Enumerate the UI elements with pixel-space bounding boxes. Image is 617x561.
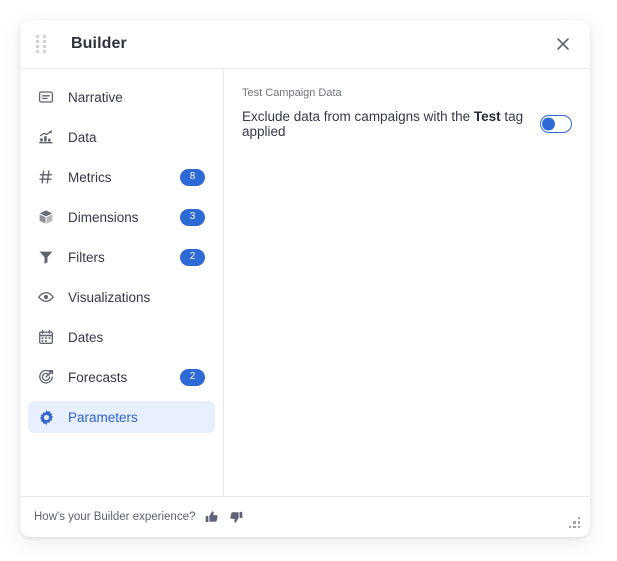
setting-text-before: Exclude data from campaigns with the xyxy=(242,109,474,124)
narrative-icon xyxy=(37,88,55,106)
builder-panel: Builder Narrative Data Metrics 8 Dimensi… xyxy=(20,20,590,537)
panel-footer: How's your Builder experience? xyxy=(20,496,590,537)
status-badge: 8 xyxy=(180,168,205,186)
close-icon xyxy=(557,38,569,50)
sidebar-item-label: Visualizations xyxy=(68,289,151,305)
sidebar-item-label: Parameters xyxy=(68,409,138,425)
status-badge: 2 xyxy=(180,248,205,266)
gear-icon xyxy=(37,408,55,426)
sidebar-item-label: Filters xyxy=(68,249,105,265)
target-arrow-icon xyxy=(37,368,55,386)
sidebar-item-label: Forecasts xyxy=(68,369,128,385)
sidebar-item-label: Metrics xyxy=(68,169,112,185)
panel-header: Builder xyxy=(20,20,590,69)
feedback-prompt: How's your Builder experience? xyxy=(34,511,196,523)
sidebar-item-data[interactable]: Data xyxy=(28,121,215,153)
sidebar-item-label: Data xyxy=(68,129,97,145)
data-chart-icon xyxy=(37,128,55,146)
thumbs-down-button[interactable] xyxy=(229,510,243,524)
setting-row: Exclude data from campaigns with the Tes… xyxy=(242,109,572,139)
status-badge: 3 xyxy=(180,208,205,226)
resize-grip-icon[interactable] xyxy=(568,516,580,528)
sidebar-item-visualizations[interactable]: Visualizations xyxy=(28,281,215,313)
status-badge: 2 xyxy=(180,368,205,386)
funnel-icon xyxy=(37,248,55,266)
sidebar: Narrative Data Metrics 8 Dimensions 3 Fi… xyxy=(20,69,224,496)
cube-icon xyxy=(37,208,55,226)
sidebar-item-filters[interactable]: Filters 2 xyxy=(28,241,215,273)
panel-body: Narrative Data Metrics 8 Dimensions 3 Fi… xyxy=(20,69,590,496)
page-title: Builder xyxy=(71,35,127,52)
toggle-knob xyxy=(542,117,555,131)
exclude-test-campaign-toggle[interactable] xyxy=(540,115,572,133)
section-label: Test Campaign Data xyxy=(242,87,342,99)
main-content: Test Campaign Data Exclude data from cam… xyxy=(224,69,590,496)
eye-icon xyxy=(37,288,55,306)
sidebar-item-label: Narrative xyxy=(68,89,123,105)
sidebar-item-label: Dates xyxy=(68,329,104,345)
sidebar-item-narrative[interactable]: Narrative xyxy=(28,81,215,113)
drag-dots-icon[interactable] xyxy=(34,34,48,54)
thumbs-up-button[interactable] xyxy=(205,510,219,524)
calendar-icon xyxy=(37,328,55,346)
thumbs-up-icon xyxy=(206,511,218,523)
setting-description: Exclude data from campaigns with the Tes… xyxy=(242,109,540,139)
hash-icon xyxy=(37,168,55,186)
sidebar-item-metrics[interactable]: Metrics 8 xyxy=(28,161,215,193)
sidebar-item-parameters[interactable]: Parameters xyxy=(28,401,215,433)
close-button[interactable] xyxy=(550,31,576,57)
sidebar-item-dates[interactable]: Dates xyxy=(28,321,215,353)
sidebar-item-forecasts[interactable]: Forecasts 2 xyxy=(28,361,215,393)
sidebar-item-label: Dimensions xyxy=(68,209,139,225)
sidebar-item-dimensions[interactable]: Dimensions 3 xyxy=(28,201,215,233)
thumbs-down-icon xyxy=(230,511,243,523)
setting-text-emphasis: Test xyxy=(473,109,501,124)
